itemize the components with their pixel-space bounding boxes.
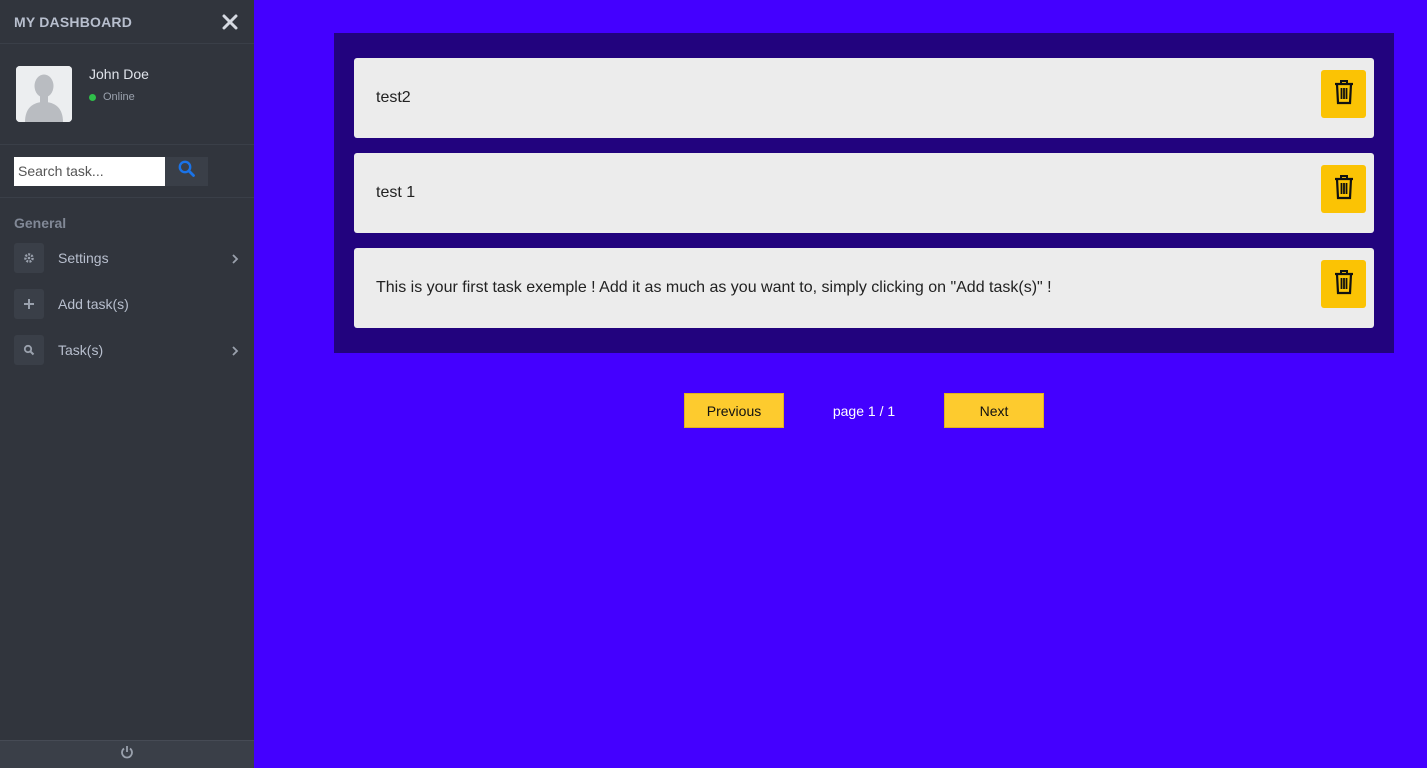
page-indicator: page 1 / 1: [832, 402, 896, 419]
sidebar-item-label: Task(s): [58, 342, 104, 358]
status-label: Online: [103, 91, 135, 103]
menu-header: General: [14, 215, 67, 231]
task-list: test2 test 1 This is your first task exe…: [334, 33, 1394, 353]
user-name: John Doe: [89, 66, 149, 82]
sidebar-item-tasks[interactable]: Task(s): [0, 335, 254, 365]
sidebar: MY DASHBOARD John Doe Online Search task…: [0, 0, 254, 768]
sidebar-search: [0, 145, 254, 198]
task-card: This is your first task exemple ! Add it…: [354, 248, 1374, 328]
sidebar-item-label: Settings: [58, 250, 109, 266]
delete-task-button[interactable]: [1321, 260, 1366, 308]
next-button[interactable]: Next: [944, 393, 1044, 428]
gear-icon: [14, 243, 44, 273]
chevron-right-icon: [230, 251, 240, 265]
task-text: test 1: [376, 184, 416, 201]
logout-button[interactable]: [0, 740, 254, 768]
power-icon: [120, 745, 134, 764]
plus-icon: [14, 289, 44, 319]
search-icon: [14, 335, 44, 365]
sidebar-item-add-tasks[interactable]: Add task(s): [0, 289, 254, 319]
trash-icon: [1333, 79, 1355, 110]
task-text: test2: [376, 89, 411, 106]
status-dot-icon: [89, 93, 96, 101]
chevron-right-icon: [230, 343, 240, 357]
previous-button[interactable]: Previous: [684, 393, 784, 428]
search-input[interactable]: [14, 156, 165, 186]
user-profile: John Doe Online: [0, 44, 254, 145]
sidebar-item-settings[interactable]: Settings: [0, 243, 254, 273]
avatar: [16, 66, 72, 122]
delete-task-button[interactable]: [1321, 165, 1366, 213]
task-text: This is your first task exemple ! Add it…: [376, 279, 1052, 296]
sidebar-item-label: Add task(s): [58, 296, 129, 312]
sidebar-menu: General Settings Add task(s) Task(s): [0, 198, 254, 365]
close-icon[interactable]: [220, 12, 240, 32]
delete-task-button[interactable]: [1321, 70, 1366, 118]
sidebar-header: MY DASHBOARD: [0, 0, 254, 44]
pagination: Previous page 1 / 1 Next: [684, 393, 1044, 428]
task-card: test2: [354, 58, 1374, 138]
user-status: Online: [89, 91, 149, 103]
trash-icon: [1333, 269, 1355, 300]
search-button[interactable]: [165, 156, 208, 186]
trash-icon: [1333, 174, 1355, 205]
sidebar-title: MY DASHBOARD: [14, 13, 133, 30]
task-card: test 1: [354, 153, 1374, 233]
search-icon: [178, 160, 195, 182]
user-info: John Doe Online: [89, 66, 149, 103]
